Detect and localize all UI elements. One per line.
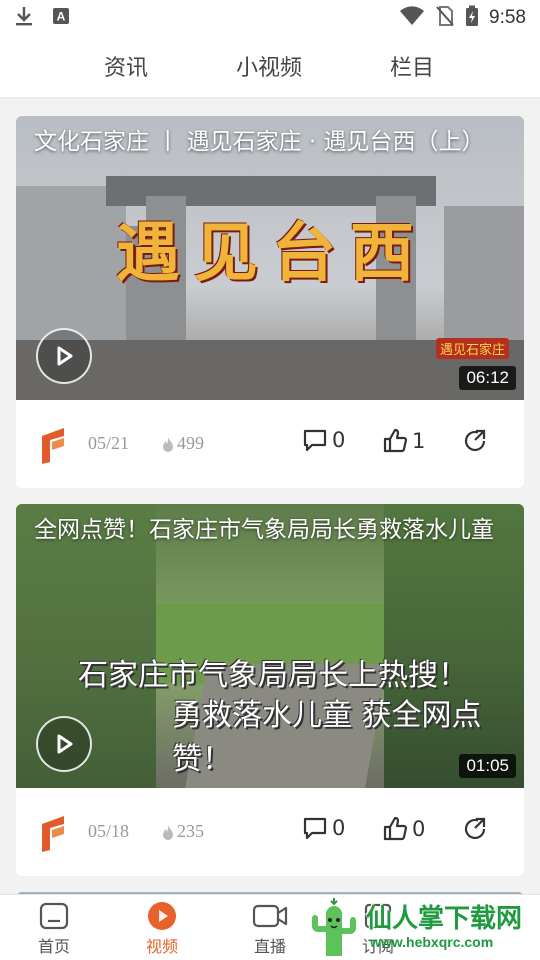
view-count: 235	[162, 821, 204, 842]
home-icon	[39, 902, 69, 930]
flame-icon	[163, 824, 173, 840]
share-button[interactable]	[462, 428, 488, 458]
video-duration: 01:05	[459, 754, 516, 778]
video-meta-row: 05/21 499 0 1	[16, 400, 524, 488]
like-button[interactable]: 1	[382, 428, 425, 454]
top-tab-bar: 资讯 小视频 栏目	[0, 36, 540, 98]
battery-charging-icon	[465, 5, 479, 31]
play-icon	[57, 734, 73, 754]
share-icon	[464, 817, 486, 840]
flame-icon	[163, 436, 173, 452]
clock: 9:58	[489, 7, 526, 28]
video-play-icon	[148, 902, 176, 930]
video-thumbnail[interactable]: 遇见台西 遇见石家庄 文化石家庄 丨 遇见石家庄 · 遇见台西（上） 06:12	[16, 116, 524, 400]
nav-live[interactable]: 直播	[240, 899, 300, 957]
video-card[interactable]: 遇见台西 遇见石家庄 文化石家庄 丨 遇见石家庄 · 遇见台西（上） 06:12…	[16, 116, 524, 488]
channel-logo-icon[interactable]	[38, 426, 68, 464]
video-meta-row: 05/18 235 0 0	[16, 788, 524, 876]
share-icon	[464, 429, 486, 452]
nav-label: 首页	[37, 937, 70, 956]
tab-short-video[interactable]: 小视频	[236, 50, 302, 82]
play-button[interactable]	[36, 716, 92, 772]
nav-label: 直播	[253, 937, 286, 956]
video-duration: 06:12	[459, 366, 516, 390]
channel-badge: 遇见石家庄	[436, 338, 510, 359]
nav-label: 视频	[145, 937, 178, 956]
share-button[interactable]	[462, 816, 488, 846]
video-card[interactable]: 石家庄市气象局局长上热搜！ 勇救落水儿童 获全网点赞！ 全网点赞！石家庄市气象局…	[16, 504, 524, 876]
thumbnail-caption: 石家庄市气象局局长上热搜！	[78, 658, 468, 693]
download-icon	[14, 5, 34, 31]
publish-date: 05/21	[88, 433, 130, 453]
view-count-value: 499	[177, 433, 204, 453]
watermark-title: 仙人掌下载网	[366, 904, 523, 934]
comment-icon	[303, 817, 327, 840]
status-bar: A 9:58	[0, 0, 540, 36]
play-button[interactable]	[36, 328, 92, 384]
publish-date: 05/18	[88, 821, 130, 841]
wifi-icon	[399, 6, 425, 30]
video-title[interactable]: 全网点赞！石家庄市气象局局长勇救落水儿童	[34, 514, 510, 546]
like-count: 1	[412, 429, 426, 453]
tab-news[interactable]: 资讯	[104, 50, 148, 82]
thumbnail-caption: 遇见台西	[116, 216, 428, 291]
view-count-value: 235	[177, 821, 204, 841]
no-sim-icon	[435, 5, 455, 31]
comment-button[interactable]: 0	[302, 816, 345, 840]
channel-logo-icon[interactable]	[38, 814, 68, 852]
a-badge-icon: A	[52, 7, 70, 29]
watermark-url: www.hebxqrc.com	[370, 934, 494, 950]
video-thumbnail[interactable]: 石家庄市气象局局长上热搜！ 勇救落水儿童 获全网点赞！ 全网点赞！石家庄市气象局…	[16, 504, 524, 788]
cactus-mascot-icon	[312, 898, 356, 956]
like-count: 0	[412, 817, 426, 841]
comment-icon	[303, 429, 327, 452]
comment-button[interactable]: 0	[302, 428, 345, 452]
thumbs-up-icon	[383, 816, 408, 841]
svg-text:A: A	[57, 10, 66, 24]
comment-count: 0	[332, 428, 346, 452]
comment-count: 0	[332, 816, 346, 840]
thumbs-up-icon	[383, 428, 408, 453]
like-button[interactable]: 0	[382, 816, 425, 842]
camera-icon	[252, 904, 288, 928]
nav-video[interactable]: 视频	[132, 899, 192, 957]
video-title[interactable]: 文化石家庄 丨 遇见石家庄 · 遇见台西（上）	[34, 126, 510, 158]
view-count: 499	[162, 433, 204, 454]
tab-columns[interactable]: 栏目	[390, 50, 434, 82]
watermark: 仙人掌下载网 www.hebxqrc.com	[300, 894, 540, 960]
nav-home[interactable]: 首页	[24, 899, 84, 957]
play-icon	[57, 346, 73, 366]
